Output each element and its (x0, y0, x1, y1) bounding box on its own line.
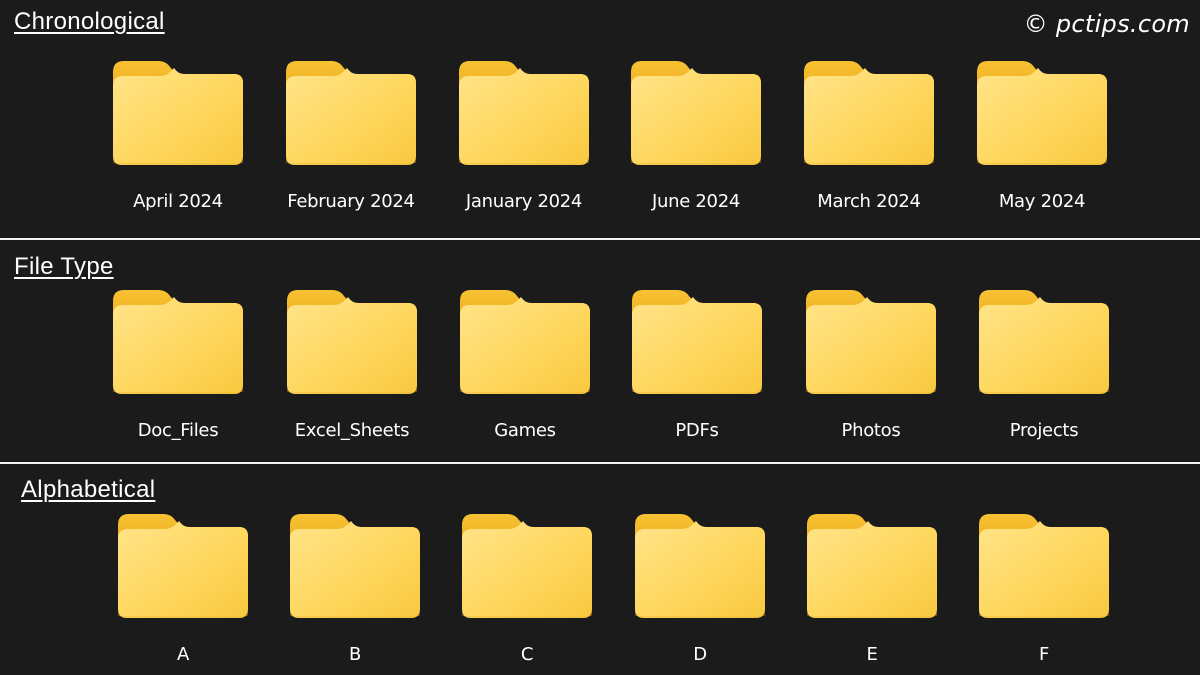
folder-label: E (866, 644, 878, 665)
folder-icon (632, 513, 768, 623)
folder-icon (284, 289, 420, 399)
folder-icon (976, 289, 1112, 399)
folder-label: Doc_Files (137, 420, 219, 441)
folder-label: March 2024 (817, 191, 921, 212)
folder-label: June 2024 (651, 191, 741, 212)
folder-label: B (348, 644, 362, 665)
folder-icon (115, 513, 251, 623)
section-divider (0, 462, 1200, 464)
folder-icon (110, 60, 246, 170)
folder-label: F (1038, 644, 1050, 665)
folder-icon (804, 513, 940, 623)
folder-label: D (693, 644, 707, 665)
folder-label: C (520, 644, 534, 665)
folder-label: February 2024 (287, 191, 415, 212)
folder-icon (629, 289, 765, 399)
folder-icon (974, 60, 1110, 170)
folder-label: May 2024 (998, 191, 1086, 212)
folder-label: January 2024 (465, 191, 583, 212)
folder-label: Games (494, 420, 556, 441)
section-title-file-type: File Type (14, 253, 114, 280)
folder-icon (287, 513, 423, 623)
folder-label: Photos (841, 420, 901, 441)
folder-icon (283, 60, 419, 170)
folder-icon (457, 289, 593, 399)
watermark: © pctips.com (1023, 10, 1190, 38)
folder-icon (803, 289, 939, 399)
folder-label: A (176, 644, 189, 665)
folder-label: Excel_Sheets (294, 420, 410, 441)
section-title-chronological: Chronological (14, 8, 165, 35)
folder-icon (456, 60, 592, 170)
section-divider (0, 238, 1200, 240)
section-title-alphabetical: Alphabetical (21, 476, 156, 503)
folder-icon (459, 513, 595, 623)
folder-icon (628, 60, 764, 170)
folder-label: PDFs (675, 420, 719, 441)
folder-naming-examples: Chronological © pctips.com April 2024 Fe… (0, 0, 1200, 675)
folder-icon (976, 513, 1112, 623)
folder-label: April 2024 (133, 191, 223, 212)
folder-icon (801, 60, 937, 170)
folder-icon (110, 289, 246, 399)
folder-label: Projects (1009, 420, 1079, 441)
